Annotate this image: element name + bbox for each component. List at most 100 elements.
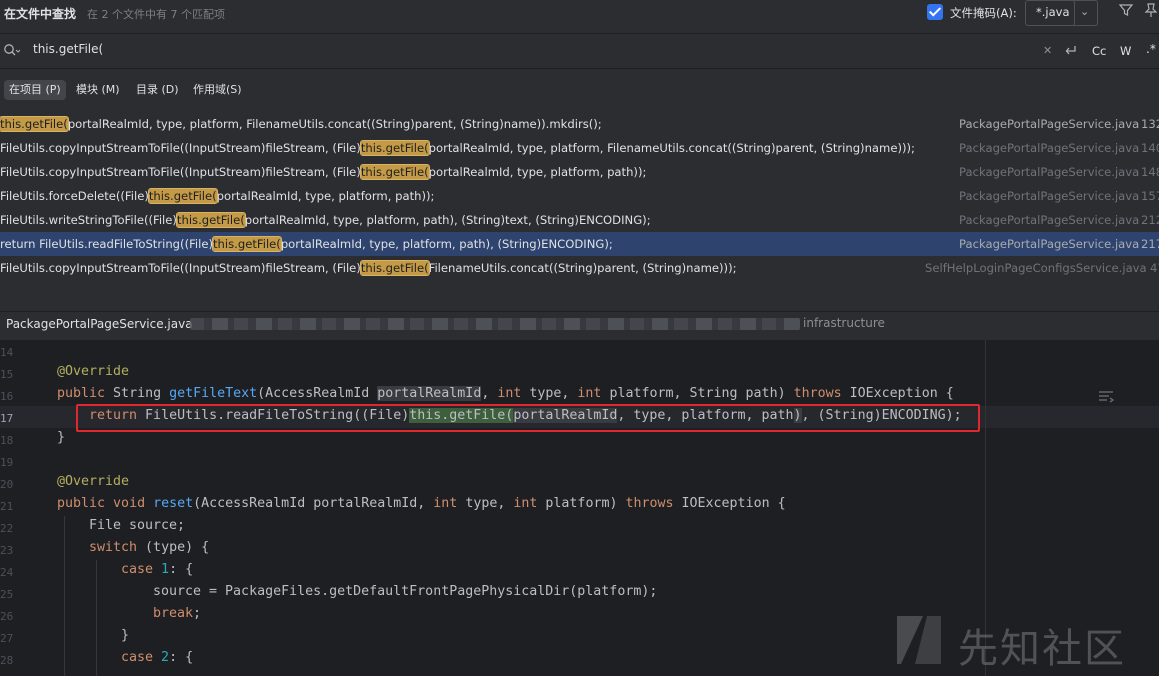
scope-tab-scope[interactable]: 作用域(S) — [188, 80, 247, 100]
result-line: 140 — [1141, 141, 1159, 155]
method-name: getFileText — [169, 386, 258, 401]
code-text: ; — [193, 606, 202, 621]
keyword: void — [105, 496, 146, 511]
watermark-text: 先知社区 — [958, 626, 1126, 672]
search-input[interactable]: this.getFile( — [33, 42, 103, 56]
results-list: this.getFile(portalRealmId, type, platfo… — [0, 112, 1159, 280]
whole-words-button[interactable]: W — [1120, 44, 1131, 58]
keyword: break — [153, 606, 194, 621]
code-text: } — [57, 430, 66, 445]
result-file: PackagePortalPageService.java — [959, 141, 1140, 155]
method-name: reset — [145, 496, 194, 511]
result-match: this.getFile( — [359, 260, 430, 276]
code-line: public void reset(AccessRealmId portalRe… — [57, 496, 786, 511]
match-summary: 在 2 个文件中有 7 个匹配项 — [87, 8, 225, 21]
code-text: File source; — [89, 518, 186, 533]
redacted-path — [190, 318, 800, 330]
code-line: @Override — [57, 364, 129, 379]
code-text: IOException { — [673, 496, 786, 511]
result-line: 217 — [1141, 237, 1159, 251]
code-line: case 1: { — [121, 562, 193, 577]
line-number: 19 — [0, 456, 14, 469]
result-code-post: portalRealmId, type, platform, path), (S… — [244, 213, 651, 227]
replace-toggle-icon[interactable] — [1063, 42, 1079, 58]
result-match: this.getFile( — [359, 164, 430, 180]
result-code-pre: FileUtils.copyInputStreamToFile((InputSt… — [0, 261, 361, 275]
result-code-post: portalRealmId, type, platform, FilenameU… — [67, 117, 602, 131]
keyword: int — [433, 496, 458, 511]
parameter: portalRealmId — [377, 386, 482, 401]
result-match: this.getFile( — [359, 140, 430, 156]
regex-button[interactable]: .* — [1146, 42, 1156, 56]
code-line: break; — [153, 606, 201, 621]
scope-tab-directory[interactable]: 目录 (D) — [131, 80, 184, 100]
result-row[interactable]: FileUtils.writeStringToFile((File)this.g… — [0, 208, 1159, 232]
line-number: 26 — [0, 610, 14, 623]
result-row[interactable]: FileUtils.copyInputStreamToFile((InputSt… — [0, 136, 1159, 160]
file-mask-checkbox[interactable] — [927, 4, 943, 20]
result-code-pre: FileUtils.copyInputStreamToFile((InputSt… — [0, 165, 361, 179]
editor-file-name[interactable]: PackagePortalPageService.java — [6, 317, 193, 331]
code-text: } — [121, 628, 130, 643]
keyword: throws — [793, 386, 842, 401]
result-line: 148 — [1141, 165, 1159, 179]
code-line: } — [57, 430, 65, 445]
code-text: , — [481, 386, 498, 401]
clear-icon[interactable]: ✕ — [1043, 44, 1052, 57]
scope-tab-module[interactable]: 模块 (M) — [71, 80, 125, 100]
code-line: @Override — [57, 474, 129, 489]
result-row[interactable]: this.getFile(portalRealmId, type, platfo… — [0, 112, 1159, 136]
scope-tab-project[interactable]: 在项目 (P) — [4, 80, 66, 100]
code-text: platform) — [537, 496, 626, 511]
result-file: PackagePortalPageService.java — [959, 213, 1140, 227]
code-line: switch (type) { — [89, 540, 209, 555]
code-line: public String getFileText(AccessRealmId … — [57, 386, 954, 401]
code-line: File source; — [89, 518, 185, 533]
result-line: 157 — [1141, 189, 1159, 203]
result-row-selected[interactable]: return FileUtils.readFileToString((File)… — [0, 232, 1159, 256]
keyword: int — [513, 496, 538, 511]
match-case-button[interactable]: Cc — [1092, 44, 1106, 58]
search-bar — [0, 33, 1159, 69]
line-number: 15 — [0, 368, 14, 381]
result-line: 132 — [1141, 117, 1159, 131]
keyword: int — [577, 386, 602, 401]
number: 1 — [161, 562, 170, 577]
line-number: 24 — [0, 566, 14, 579]
result-file: PackagePortalPageService.java — [959, 189, 1140, 203]
pin-icon[interactable] — [1144, 2, 1158, 18]
filter-icon[interactable] — [1118, 2, 1134, 18]
code-text: IOException { — [841, 386, 954, 401]
line-number: 23 — [0, 544, 14, 557]
result-code-pre: FileUtils.writeStringToFile((File) — [0, 213, 177, 227]
reader-mode-icon[interactable] — [1097, 388, 1115, 404]
keyword: switch — [89, 540, 138, 555]
code-text: (AccessRealmId portalRealmId, — [193, 496, 434, 511]
code-line: } — [121, 628, 129, 643]
result-match: this.getFile( — [212, 236, 282, 252]
code-text: type, — [457, 496, 514, 511]
indent-guide — [96, 560, 97, 676]
result-row[interactable]: FileUtils.copyInputStreamToFile((InputSt… — [0, 160, 1159, 184]
code-text: source = PackageFiles.getDefaultFrontPag… — [153, 584, 658, 599]
line-number: 17 — [0, 412, 14, 425]
line-number: 25 — [0, 588, 14, 601]
result-match: this.getFile( — [147, 188, 218, 204]
search-icon[interactable] — [3, 43, 21, 57]
indent-guide — [64, 516, 65, 676]
keyword: int — [497, 386, 522, 401]
result-row[interactable]: FileUtils.forceDelete((File)this.getFile… — [0, 184, 1159, 208]
keyword: throws — [625, 496, 674, 511]
result-code-post: FilenameUtils.concat((String)parent, (St… — [428, 261, 737, 275]
file-mask-value: *.java — [1036, 5, 1070, 19]
annotation-red-box — [76, 404, 980, 432]
annotation: @Override — [57, 474, 130, 489]
result-code-post: portalRealmId, type, platform, FilenameU… — [428, 141, 915, 155]
result-code-post: portalRealmId, type, platform, path), (S… — [280, 237, 613, 251]
result-line: 212 — [1141, 213, 1159, 227]
result-code-post: portalRealmId, type, platform, path)); — [428, 165, 647, 179]
result-row[interactable]: FileUtils.copyInputStreamToFile((InputSt… — [0, 256, 1159, 280]
result-match: this.getFile( — [0, 116, 69, 132]
line-number: 14 — [0, 346, 14, 359]
breadcrumb[interactable]: infrastructure — [803, 316, 885, 330]
